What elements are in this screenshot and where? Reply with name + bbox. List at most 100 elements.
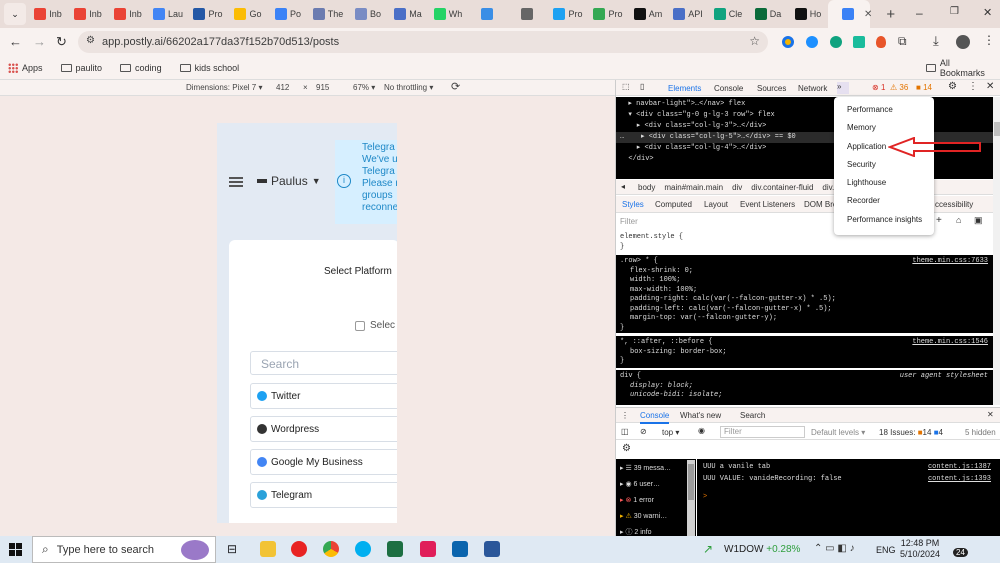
start-windows-icon[interactable] — [9, 543, 22, 556]
console-filter-input[interactable]: Filter — [720, 426, 805, 438]
console-sidebar-item[interactable]: ▸ ◉ 6 user… — [620, 477, 692, 493]
styles-filter[interactable]: Filter — [620, 217, 830, 229]
tray-icons[interactable]: ⌃ ▭ ◧ ♪ — [814, 543, 855, 554]
slack-icon[interactable] — [420, 541, 436, 557]
console-sidebar-item[interactable]: ▸ ⚠ 30 warni… — [620, 509, 692, 525]
forward-icon[interactable]: → — [33, 34, 46, 49]
browser-tab[interactable]: Po — [268, 0, 308, 28]
device-toggle-icon[interactable]: ▯ — [640, 82, 644, 91]
close-devtools-icon[interactable]: ✕ — [986, 81, 994, 92]
download-icon[interactable]: ⤓ — [933, 33, 939, 49]
settings-gear-icon[interactable]: ⚙ — [948, 81, 957, 92]
browser-tab[interactable]: Am — [628, 0, 668, 28]
width-input[interactable]: 412 — [276, 83, 289, 92]
reload-icon[interactable]: ↻ — [56, 34, 67, 50]
console-message[interactable]: UUU a vanile tab content.js:1387 — [703, 461, 995, 473]
dom-node-line[interactable]: ▸ navbar-light">…</nav> flex — [616, 99, 994, 110]
extension-icon-4[interactable] — [853, 36, 865, 48]
console-message[interactable]: UUU VALUE: vanideRecording: false content… — [703, 473, 995, 485]
close-tab-icon[interactable]: ✕ — [864, 9, 872, 20]
browser-tab[interactable]: Cle — [708, 0, 748, 28]
console-prompt[interactable]: > — [703, 491, 995, 503]
console-sidebar-item[interactable]: ▸ ⊗ 1 error — [620, 493, 692, 509]
browser-tab[interactable]: Wh — [428, 0, 468, 28]
browser-tab[interactable] — [468, 0, 508, 28]
language-indicator[interactable]: ENG — [876, 545, 896, 555]
devtools-menu-icon[interactable]: ⋮ — [968, 81, 978, 92]
bookmark-coding[interactable]: coding — [120, 63, 162, 73]
height-input[interactable]: 915 — [316, 83, 329, 92]
search-input[interactable]: Search — [250, 351, 397, 375]
rule-source-link[interactable]: theme.min.css:7633 — [912, 257, 988, 267]
css-property[interactable]: width: 100%; — [630, 276, 990, 286]
styles-subtab[interactable]: Styles — [622, 200, 644, 209]
css-property[interactable]: display: block; — [630, 382, 990, 392]
browser-tab[interactable]: Pro — [188, 0, 228, 28]
tab-search-button[interactable]: ⌄ — [4, 3, 26, 25]
issues-link[interactable]: 18 Issues: ■14 ■4 — [879, 428, 943, 437]
breadcrumb-item[interactable]: div.container-fluid — [751, 183, 813, 192]
console-sidebar-item[interactable]: ▸ ☰ 39 messa… — [620, 461, 692, 477]
throttling-select[interactable]: No throttling ▾ — [384, 83, 433, 92]
browser-tab[interactable]: The — [308, 0, 348, 28]
tab-elements[interactable]: Elements — [668, 84, 701, 93]
file-explorer-icon[interactable] — [260, 541, 276, 557]
drawer-tab-search[interactable]: Search — [740, 411, 765, 420]
close-drawer-icon[interactable]: ✕ — [987, 410, 994, 419]
dom-node-line[interactable]: ▸ <div class="col-lg-3">…</div> — [616, 121, 994, 132]
site-info-icon[interactable]: ⚙ — [86, 35, 95, 46]
notification-badge[interactable]: 24 — [953, 548, 968, 557]
hamburger-menu-icon[interactable] — [229, 177, 243, 187]
bookmark-kids-school[interactable]: kids school — [179, 63, 239, 73]
browser-tab[interactable]: Inb — [108, 0, 148, 28]
console-output[interactable]: UUU a vanile tab content.js:1387 UUU VALUE… — [697, 459, 1000, 536]
css-property[interactable]: flex-shrink: 0; — [630, 267, 990, 277]
styles-subtab[interactable]: Event Listeners — [740, 200, 795, 209]
new-rule-icon[interactable]: + — [936, 215, 942, 226]
browser-tab[interactable]: API — [668, 0, 708, 28]
taskbar-search[interactable]: ⌕ Type here to search — [32, 536, 216, 563]
context-select[interactable]: top ▾ — [662, 428, 679, 437]
css-property[interactable]: padding-left: calc(var(--falcon-gutter-x… — [630, 305, 990, 315]
inspect-icon[interactable]: ⬚ — [622, 82, 630, 91]
tab-sources[interactable]: Sources — [757, 84, 786, 93]
clock[interactable]: 12:48 PM 5/10/2024 — [900, 538, 940, 560]
breadcrumb-item[interactable]: div. — [822, 183, 834, 192]
drawer-tab-console[interactable]: Console — [640, 411, 670, 424]
console-sidebar-icon[interactable]: ◫ — [621, 427, 629, 436]
menu-item-security[interactable]: Security — [834, 156, 934, 174]
tab-console[interactable]: Console — [714, 84, 743, 93]
css-property[interactable]: unicode-bidi: isolate; — [630, 391, 990, 401]
bookmark-paulito[interactable]: paulito — [60, 63, 102, 73]
computed-sidebar-icon[interactable]: ▣ — [974, 215, 983, 226]
row-style-rule[interactable]: .row> * { theme.min.css:7633 flex-shrink… — [616, 255, 994, 333]
console-settings-gear-icon[interactable]: ⚙ — [622, 443, 631, 454]
platform-row[interactable]: Twitter — [250, 383, 397, 409]
dom-node-line[interactable]: ▾ <div class="g-0 g-lg-3 row"> flex — [616, 110, 994, 121]
browser-tab[interactable]: Pro — [548, 0, 588, 28]
styles-subtab[interactable]: Layout — [704, 200, 728, 209]
toggle-element-state-icon[interactable]: ⌂ — [956, 215, 961, 225]
console-sidebar-item[interactable]: ▸ ⓘ 2 info — [620, 525, 692, 536]
select-all-checkbox[interactable] — [355, 320, 365, 331]
breadcrumb-item[interactable]: body — [638, 183, 655, 192]
address-bar[interactable]: ⚙ app.postly.ai/66202a177da37f152b70d513… — [78, 31, 768, 53]
clear-console-icon[interactable]: ⊘ — [640, 427, 647, 436]
more-tabs-icon[interactable]: » — [837, 82, 849, 94]
excel-icon[interactable] — [387, 541, 403, 557]
task-view-icon[interactable]: ⊟ — [227, 542, 237, 556]
breadcrumb-item[interactable]: div — [732, 183, 742, 192]
close-window-button[interactable]: ✕ — [983, 6, 992, 19]
chrome-icon[interactable] — [323, 541, 339, 557]
restore-button[interactable]: ❐ — [950, 6, 959, 17]
breadcrumb-item[interactable]: main#main.main — [664, 183, 723, 192]
breadcrumb-back-icon[interactable]: ◂ — [621, 182, 625, 191]
menu-item-performance-insights[interactable]: Performance insights — [834, 211, 934, 229]
browser-tab[interactable]: Go — [228, 0, 268, 28]
back-icon[interactable]: ← — [9, 34, 22, 49]
extension-icon-2[interactable] — [806, 36, 818, 48]
warning-count[interactable]: ⚠ 36 — [890, 83, 908, 92]
live-expression-eye-icon[interactable]: ◉ — [698, 426, 705, 435]
browser-tab[interactable]: Inb — [28, 0, 68, 28]
select-all-row[interactable]: Selec — [355, 320, 395, 331]
